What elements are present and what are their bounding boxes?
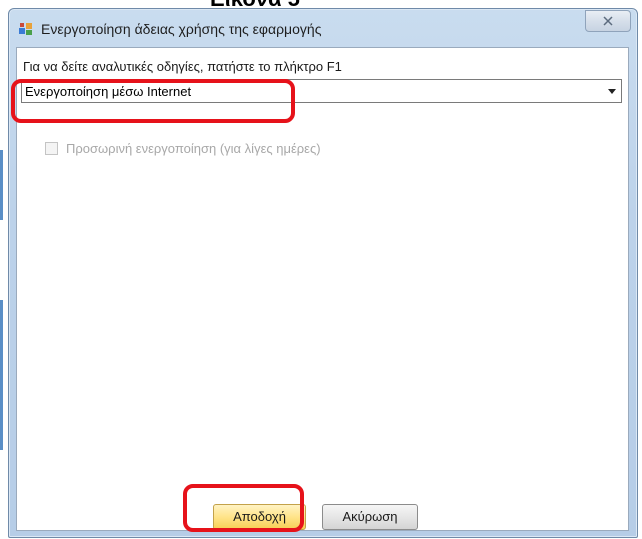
activation-method-dropdown[interactable]: Ενεργοποίηση μέσω Internet xyxy=(21,79,622,103)
app-icon xyxy=(19,23,32,35)
accept-button[interactable]: Αποδοχή xyxy=(213,504,306,530)
temporary-activation-checkbox[interactable] xyxy=(45,142,58,155)
background-edge-mark xyxy=(0,150,3,220)
activation-method-selected: Ενεργοποίηση μέσω Internet xyxy=(25,84,192,99)
cancel-button[interactable]: Ακύρωση xyxy=(322,504,418,530)
instructions-text: Για να δείτε αναλυτικές οδηγίες, πατήστε… xyxy=(23,59,342,74)
chevron-down-icon[interactable] xyxy=(603,80,621,102)
close-icon xyxy=(603,16,613,26)
dialog-title: Ενεργοποίηση άδειας χρήσης της εφαρμογής xyxy=(41,21,322,37)
close-button[interactable] xyxy=(585,10,631,32)
dialog-client-area: Για να δείτε αναλυτικές οδηγίες, πατήστε… xyxy=(16,47,629,531)
title-bar[interactable]: Ενεργοποίηση άδειας χρήσης της εφαρμογής xyxy=(9,9,637,49)
license-activation-dialog: Ενεργοποίηση άδειας χρήσης της εφαρμογής… xyxy=(8,8,638,538)
background-edge-mark xyxy=(0,300,3,450)
temporary-activation-label: Προσωρινή ενεργοποίηση (για λίγες ημέρες… xyxy=(66,141,321,156)
screenshot-stage: Εικόνα 5 Ενεργοποίηση άδειας χρήσης της … xyxy=(0,0,642,539)
